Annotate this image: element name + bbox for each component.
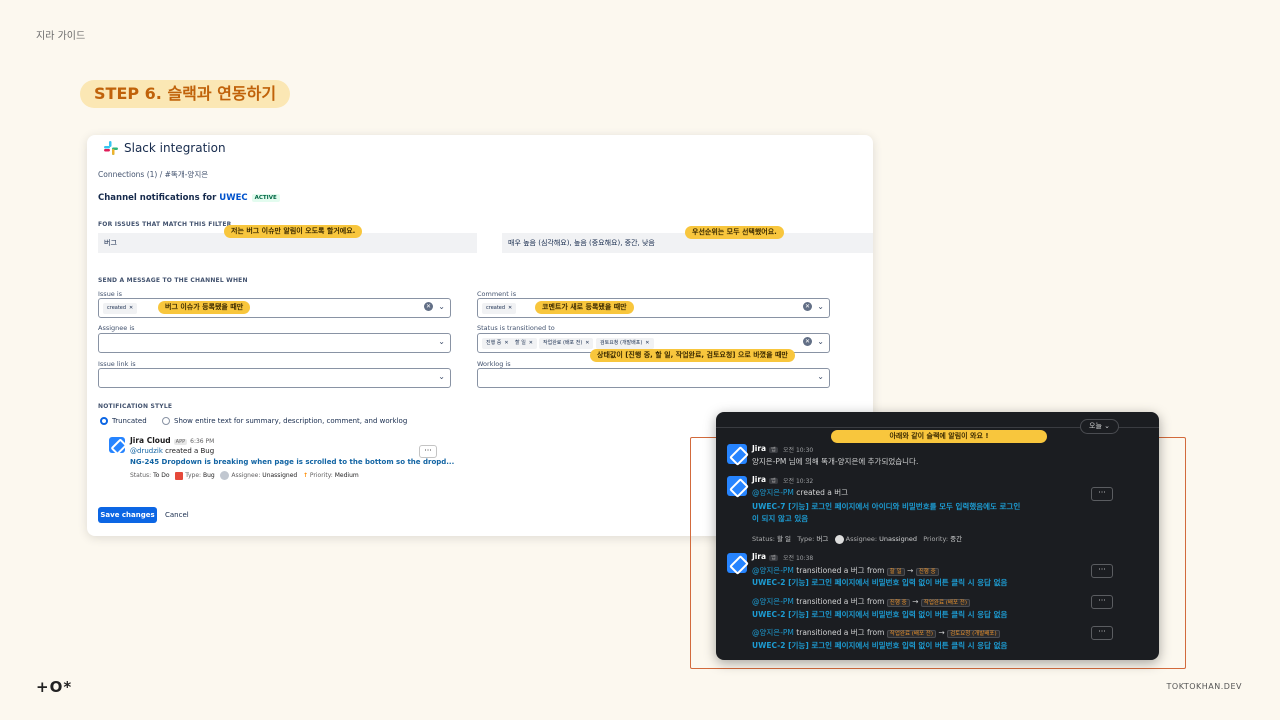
- status-chip: 작업완료 (배포 전) ✕: [539, 338, 594, 349]
- avatar-icon: [834, 534, 844, 544]
- issue-link-cont[interactable]: 이 되지 않고 있음: [752, 513, 808, 524]
- callout-comment: 코멘트가 새로 등록됐을 때만: [535, 301, 634, 314]
- comment-chip: created ✕: [482, 303, 517, 314]
- chevron-down-icon[interactable]: ⌄: [817, 372, 824, 381]
- issue-chip: created ✕: [103, 303, 138, 314]
- truncated-label: Truncated: [112, 417, 147, 425]
- breadcrumb[interactable]: Connections (1) / #똑개-양지은: [98, 169, 208, 180]
- preview-more-button[interactable]: ···: [419, 445, 437, 458]
- priority-arrow-icon: ↑: [302, 472, 308, 479]
- message-author: Jira 앱: [752, 475, 778, 484]
- full-text-label: Show entire text for summary, descriptio…: [174, 417, 408, 425]
- chevron-down-icon[interactable]: ⌄: [438, 337, 445, 346]
- issue-link-select[interactable]: ⌄: [98, 368, 451, 388]
- message-more-button[interactable]: ···: [1091, 564, 1113, 578]
- comment-is-select[interactable]: created ✕ ✕ ⌄: [477, 298, 830, 318]
- jira-app-icon: [109, 437, 125, 453]
- callout-priority: 우선순위는 모두 선택했어요.: [685, 226, 784, 239]
- chevron-down-icon[interactable]: ⌄: [817, 337, 824, 346]
- assignee-is-select[interactable]: ⌄: [98, 333, 451, 353]
- transition-action: @양지은-PM transitioned a 버그 from 작업완료 (배포 …: [752, 627, 1000, 638]
- issue-link[interactable]: UWEC-2 [기능] 로그인 페이지에서 비밀번호 입력 없이 버튼 클릭 시…: [752, 609, 1007, 620]
- jira-avatar-icon: [727, 553, 747, 573]
- brand-logo: +O*: [36, 678, 73, 696]
- issue-link[interactable]: UWEC-7 [기능] 로그인 페이지에서 아이디와 비밀번호를 모두 입력했음…: [752, 501, 1020, 512]
- message-more-button[interactable]: ···: [1091, 595, 1113, 609]
- preview-status-row: Status: To Do Type: Bug Assignee: Unassi…: [130, 471, 359, 480]
- message-author: Jira 앱: [752, 552, 778, 561]
- truncated-radio[interactable]: [100, 417, 108, 425]
- step-title: STEP 6. 슬랙과 연동하기: [80, 80, 291, 108]
- message-text: 양지은-PM 님에 의해 똑개-양지은에 추가되었습니다.: [752, 457, 919, 466]
- preview-issue-link[interactable]: NG-245 Dropdown is breaking when page is…: [130, 458, 454, 466]
- preview-action: @drudzik created a Bug: [130, 447, 215, 455]
- comment-is-label: Comment is: [477, 290, 517, 298]
- message-more-button[interactable]: ···: [1091, 626, 1113, 640]
- cancel-button[interactable]: Cancel: [165, 507, 189, 523]
- panel-title: Slack integration: [124, 141, 226, 155]
- send-section-header: SEND A MESSAGE TO THE CHANNEL WHEN: [98, 277, 248, 284]
- jira-avatar-icon: [727, 476, 747, 496]
- status-badge: ACTIVE: [251, 193, 280, 202]
- callout-status: 상태값이 [진행 중, 할 일, 작업완료, 검토요청] 으로 바꼈을 때만: [590, 349, 795, 362]
- footer-site: TOKTOKHAN.DEV: [1166, 682, 1242, 691]
- message-action: @양지은-PM created a 버그: [752, 488, 849, 497]
- issue-link[interactable]: UWEC-2 [기능] 로그인 페이지에서 비밀번호 입력 없이 버튼 클릭 시…: [752, 640, 1007, 651]
- callout-type: 저는 버그 이슈만 알림이 오도록 할거에요.: [224, 225, 363, 238]
- save-button[interactable]: Save changes: [98, 507, 157, 523]
- issue-status-row: Status: 할 일 Type: 버그 Assignee: Unassigne…: [752, 534, 963, 544]
- issue-is-select[interactable]: created ✕ ✕ ⌄: [98, 298, 451, 318]
- message-more-button[interactable]: ···: [1091, 487, 1113, 501]
- worklog-select[interactable]: ⌄: [477, 368, 830, 388]
- chevron-down-icon[interactable]: ⌄: [817, 302, 824, 311]
- chevron-down-icon[interactable]: ⌄: [438, 302, 445, 311]
- remove-chip-icon[interactable]: ✕: [129, 305, 133, 311]
- message-author: Jira 앱: [752, 444, 778, 453]
- slack-channel-window: 오늘 ⌄ Jira 앱 오전 10:30 양지은-PM 님에 의해 똑개-양지은에…: [716, 412, 1159, 660]
- status-chip: 검토요청 (개발배포) ✕: [596, 338, 654, 349]
- status-chip: 할 일 ✕: [511, 338, 537, 349]
- jira-avatar-icon: [727, 444, 747, 464]
- bug-icon: [175, 471, 184, 480]
- chevron-down-icon[interactable]: ⌄: [438, 372, 445, 381]
- slack-logo-icon: [104, 141, 118, 155]
- callout-slack: 아래와 같이 슬랙에 알림이 와요 !: [831, 430, 1047, 443]
- channel-notifications-heading: Channel notifications for UWEC ACTIVE: [98, 193, 280, 203]
- style-section-header: NOTIFICATION STYLE: [98, 403, 173, 410]
- date-pill[interactable]: 오늘 ⌄: [1080, 419, 1119, 434]
- clear-icon[interactable]: ✕: [803, 337, 812, 346]
- worklog-label: Worklog is: [477, 360, 511, 368]
- assignee-is-label: Assignee is: [98, 324, 135, 332]
- clear-icon[interactable]: ✕: [424, 302, 433, 311]
- issue-is-label: Issue is: [98, 290, 123, 298]
- filter-section-header: FOR ISSUES THAT MATCH THIS FILTER: [98, 221, 232, 228]
- guide-label: 지라 가이드: [36, 31, 86, 42]
- transition-action: @양지은-PM transitioned a 버그 from 할 일 → 진행 …: [752, 565, 939, 576]
- preview-app-name: Jira Cloud APP 6:36 PM: [130, 436, 215, 445]
- issue-link-label: Issue link is: [98, 360, 136, 368]
- project-link[interactable]: UWEC: [219, 193, 247, 203]
- message-time: 오전 10:38: [783, 555, 814, 562]
- status-chip: 진행 중 ✕: [482, 338, 513, 349]
- avatar-icon: [220, 471, 230, 480]
- message-time: 오전 10:30: [783, 447, 814, 454]
- channel-prefix: Channel notifications for: [98, 193, 220, 203]
- clear-icon[interactable]: ✕: [803, 302, 812, 311]
- status-transition-label: Status is transitioned to: [477, 324, 555, 332]
- remove-chip-icon[interactable]: ✕: [508, 305, 512, 311]
- issue-link[interactable]: UWEC-2 [기능] 로그인 페이지에서 비밀번호 입력 없이 버튼 클릭 시…: [752, 577, 1007, 588]
- callout-issue: 버그 이슈가 등록됐을 때만: [158, 301, 251, 314]
- transition-action: @양지은-PM transitioned a 버그 from 진행 중 → 작업…: [752, 596, 971, 607]
- full-text-radio[interactable]: [162, 417, 170, 425]
- message-time: 오전 10:32: [783, 478, 814, 485]
